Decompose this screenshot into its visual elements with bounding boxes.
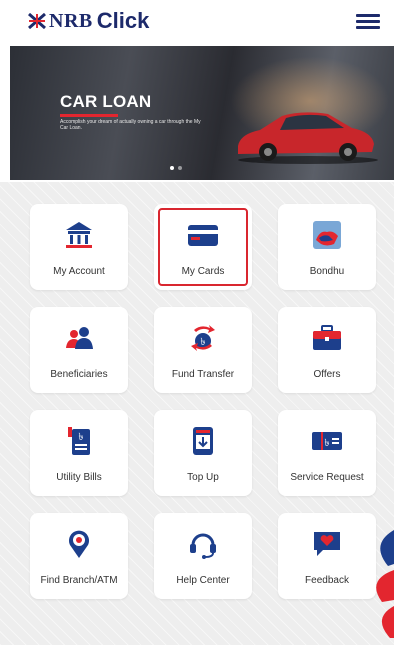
fund-transfer-tile[interactable]: ৳ Fund Transfer (154, 307, 252, 393)
users-icon (66, 327, 93, 349)
bondhu-tile[interactable]: Bondhu (278, 204, 376, 290)
banner-subtitle: Accomplish your dream of actually owning… (60, 119, 201, 131)
tile-label: My Cards (181, 266, 225, 277)
briefcase-icon (313, 325, 341, 350)
handshake-icon (313, 221, 341, 249)
cheque-icon: ৳ (312, 432, 342, 450)
hamburger-menu-button[interactable] (356, 14, 380, 32)
svg-text:৳: ৳ (79, 432, 84, 443)
svg-text:৳: ৳ (201, 337, 206, 348)
svg-text:৳: ৳ (325, 438, 330, 449)
tile-label: Bondhu (309, 266, 345, 277)
carousel-dot[interactable] (170, 166, 174, 170)
find-branch-atm-tile[interactable]: Find Branch/ATM (30, 513, 128, 599)
mobile-topup-icon (193, 427, 213, 455)
tile-label: Beneficiaries (50, 369, 108, 380)
decorative-swirl (376, 530, 394, 638)
top-up-tile[interactable]: Top Up (154, 410, 252, 496)
heart-chat-icon (314, 532, 340, 556)
nrb-bank-emblem-icon (28, 13, 46, 29)
carousel-dot[interactable] (178, 166, 182, 170)
app-header: NRB Click (0, 0, 394, 44)
bill-taka-icon: ৳ (68, 427, 90, 455)
tile-label: Top Up (187, 472, 219, 483)
tile-label: Feedback (305, 575, 349, 586)
tile-label: Fund Transfer (171, 369, 235, 380)
service-request-tile[interactable]: ৳ Service Request (278, 410, 376, 496)
car-image (238, 112, 378, 164)
banner-accent-bar (60, 114, 118, 117)
utility-bills-tile[interactable]: ৳ Utility Bills (30, 410, 128, 496)
transfer-taka-icon: ৳ (191, 325, 215, 351)
my-account-tile[interactable]: My Account (30, 204, 128, 290)
credit-card-icon (188, 225, 218, 246)
beneficiaries-tile[interactable]: Beneficiaries (30, 307, 128, 393)
tile-label: Offers (313, 369, 341, 380)
logo-app-text: Click (96, 8, 150, 33)
banner-title: CAR LOAN (60, 92, 152, 111)
headset-icon (190, 533, 216, 559)
my-cards-tile[interactable]: My Cards (154, 204, 252, 290)
logo-brand-text: NRB (49, 9, 93, 32)
tile-label: Utility Bills (56, 472, 102, 483)
tile-label: My Account (53, 266, 105, 277)
tile-label: Help Center (176, 575, 230, 586)
nrb-click-logo[interactable]: NRB Click (28, 8, 149, 34)
map-pin-icon (69, 530, 89, 558)
promo-banner[interactable]: CAR LOAN Accomplish your dream of actual… (10, 46, 394, 180)
help-center-tile[interactable]: Help Center (154, 513, 252, 599)
offers-tile[interactable]: Offers (278, 307, 376, 393)
carousel-indicator[interactable] (170, 166, 182, 170)
tile-label: Find Branch/ATM (40, 575, 118, 586)
tile-label: Service Request (290, 472, 364, 483)
bank-building-icon (66, 222, 92, 248)
hamburger-menu-icon (356, 14, 380, 17)
feedback-tile[interactable]: Feedback (278, 513, 376, 599)
